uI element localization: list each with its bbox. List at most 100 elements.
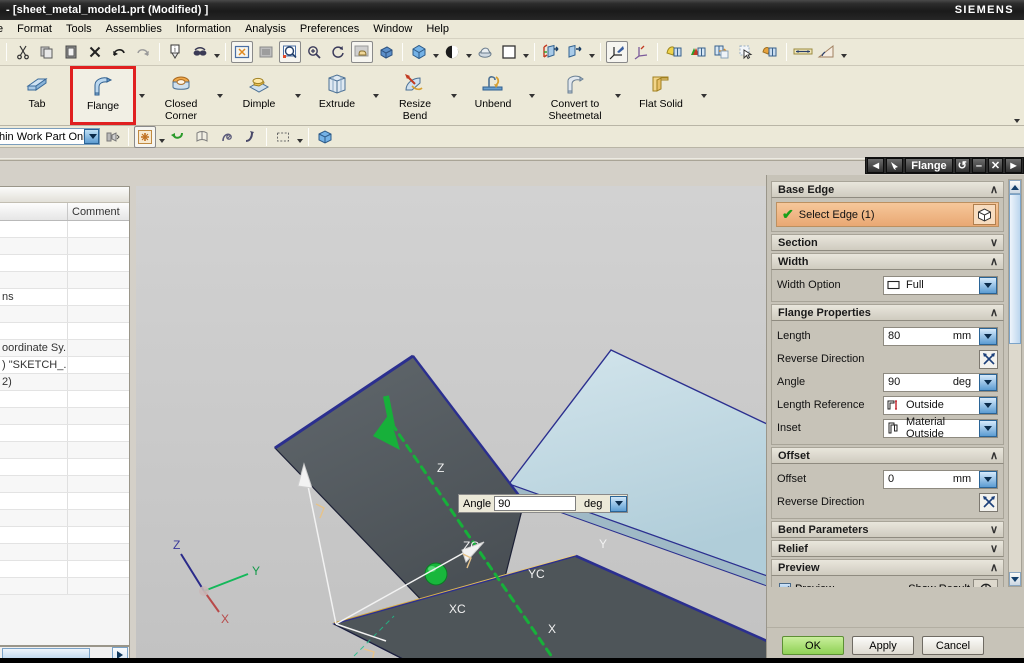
column-header-comment[interactable]: Comment	[68, 203, 129, 220]
part-navigator-row[interactable]	[0, 272, 129, 289]
group-header-base-edge[interactable]: Base Edge ∧	[771, 181, 1004, 198]
part-navigator-row[interactable]	[0, 255, 129, 272]
dialog-forward-button[interactable]: ►	[1005, 158, 1022, 173]
length-reference-caret-icon[interactable]	[979, 396, 997, 414]
part-navigator-row[interactable]	[0, 493, 129, 510]
part-navigator-row[interactable]: 2)	[0, 374, 129, 391]
snap-point-icon[interactable]	[167, 126, 189, 148]
pan-icon[interactable]	[351, 41, 373, 63]
angle-onscreen-spinner-icon[interactable]	[610, 495, 628, 512]
background-color-icon[interactable]	[498, 41, 520, 63]
part-navigator-row[interactable]	[0, 221, 129, 238]
angular-dimension-icon[interactable]	[816, 41, 838, 63]
menu-file-clipped[interactable]: e	[0, 21, 10, 37]
scroll-thumb[interactable]	[1009, 194, 1021, 344]
rectangle-select-caret-icon[interactable]	[295, 126, 304, 148]
menu-assemblies[interactable]: Assemblies	[99, 21, 169, 37]
part-navigator-row[interactable]: oordinate Sy...	[0, 340, 129, 357]
ribbon-overflow-caret-icon[interactable]	[1014, 119, 1020, 123]
linear-dimension-icon[interactable]	[792, 41, 814, 63]
render-style-icon[interactable]	[441, 41, 463, 63]
part-navigator-row[interactable]	[0, 527, 129, 544]
hide-icon[interactable]	[564, 41, 586, 63]
show-hide-icon[interactable]	[540, 41, 562, 63]
scroll-up-arrow-icon[interactable]	[1009, 180, 1021, 194]
undo-icon[interactable]	[108, 41, 130, 63]
background-caret-icon[interactable]	[521, 41, 530, 63]
part-navigator-row[interactable]	[0, 408, 129, 425]
perspective-icon[interactable]	[375, 41, 397, 63]
angle-onscreen-field[interactable]: 90	[494, 496, 577, 511]
select-edge-row[interactable]: ✔ Select Edge (1)	[776, 202, 999, 227]
ribbon-dimple[interactable]: Dimple	[226, 66, 292, 125]
menu-analysis[interactable]: Analysis	[238, 21, 293, 37]
orient-view-caret-icon[interactable]	[431, 41, 440, 63]
graphics-viewport[interactable]: Z ZC Y YC XC X Z Y X Angle 90 deg	[136, 186, 766, 663]
show-result-button[interactable]	[973, 579, 998, 587]
offset-value[interactable]: 0	[884, 473, 945, 485]
angle-spinner-icon[interactable]	[979, 373, 997, 391]
orient-view-icon[interactable]	[408, 41, 430, 63]
width-option-dropdown[interactable]: Full	[883, 275, 998, 295]
wcs-orient-icon[interactable]	[630, 41, 652, 63]
width-option-caret-icon[interactable]	[979, 276, 997, 294]
move-to-layer-icon[interactable]	[711, 41, 733, 63]
group-header-section[interactable]: Section ∨	[771, 234, 1004, 251]
ribbon-extrude[interactable]: Extrude	[304, 66, 370, 125]
redo-icon[interactable]	[132, 41, 154, 63]
angle-input[interactable]: 90 deg	[883, 372, 998, 392]
angle-value[interactable]: 90	[884, 376, 945, 388]
cut-icon[interactable]	[12, 41, 34, 63]
geometry-icon[interactable]	[759, 41, 781, 63]
menu-tools[interactable]: Tools	[59, 21, 99, 37]
ribbon-dimple-caret-icon[interactable]	[292, 66, 304, 125]
part-navigator-row[interactable]	[0, 510, 129, 527]
part-navigator-row[interactable]	[0, 323, 129, 340]
select-general-caret-icon[interactable]	[157, 126, 166, 148]
ribbon-convert-caret-icon[interactable]	[612, 66, 624, 125]
length-reference-dropdown[interactable]: Outside	[883, 395, 998, 415]
part-navigator-row[interactable]: ) "SKETCH_...	[0, 357, 129, 374]
part-navigator-row[interactable]	[0, 476, 129, 493]
group-header-flange-properties[interactable]: Flange Properties ∧	[771, 304, 1004, 321]
wcs-display-icon[interactable]	[606, 41, 628, 63]
inset-caret-icon[interactable]	[979, 419, 997, 437]
stop-at-intersection-icon[interactable]	[239, 126, 261, 148]
dialog-reset-button[interactable]: ↺	[954, 158, 970, 173]
select-general-icon[interactable]	[134, 125, 156, 148]
dialog-pin-icon[interactable]	[886, 158, 904, 173]
fit-view-icon[interactable]	[231, 41, 253, 63]
length-input[interactable]: 80 mm	[883, 326, 998, 346]
measure-dropdown-caret-icon[interactable]	[212, 41, 221, 63]
part-navigator-row[interactable]	[0, 578, 129, 595]
part-navigator-row[interactable]: ns	[0, 289, 129, 306]
ribbon-tab[interactable]: Tab	[4, 66, 70, 125]
ribbon-extrude-caret-icon[interactable]	[370, 66, 382, 125]
measure-distance-icon[interactable]	[189, 41, 211, 63]
dimension-caret-icon[interactable]	[839, 41, 848, 63]
scroll-down-arrow-icon[interactable]	[1009, 572, 1021, 586]
inset-dropdown[interactable]: Material Outside	[883, 416, 998, 440]
face-rule-icon[interactable]	[215, 126, 237, 148]
object-information-icon[interactable]: i	[165, 41, 187, 63]
selection-scope-dropdown[interactable]: hin Work Part Only	[0, 128, 100, 145]
select-edge-cube-icon[interactable]	[973, 204, 996, 225]
ribbon-unbend-caret-icon[interactable]	[526, 66, 538, 125]
reverse-direction-icon[interactable]	[979, 492, 998, 512]
zoom-window-icon[interactable]	[255, 41, 277, 63]
part-navigator-row[interactable]	[0, 561, 129, 578]
chevron-up-icon[interactable]: ∧	[990, 183, 998, 196]
true-shading-icon[interactable]	[474, 41, 496, 63]
layer-settings-icon[interactable]	[687, 41, 709, 63]
ribbon-convert-to-sheetmetal[interactable]: Convert to Sheetmetal	[538, 66, 612, 125]
ribbon-flat-solid[interactable]: Flat Solid	[624, 66, 698, 125]
edit-object-display-icon[interactable]	[663, 41, 685, 63]
dialog-close-button[interactable]: ✕	[987, 158, 1004, 173]
part-navigator-toolbar[interactable]	[0, 187, 129, 203]
group-header-offset[interactable]: Offset ∧	[771, 447, 1004, 464]
dialog-back-button[interactable]: ◄	[867, 158, 885, 173]
chevron-up-icon[interactable]: ∧	[990, 561, 998, 574]
chevron-down-icon[interactable]: ∨	[990, 542, 998, 555]
menu-help[interactable]: Help	[419, 21, 456, 37]
offset-input[interactable]: 0 mm	[883, 469, 998, 489]
